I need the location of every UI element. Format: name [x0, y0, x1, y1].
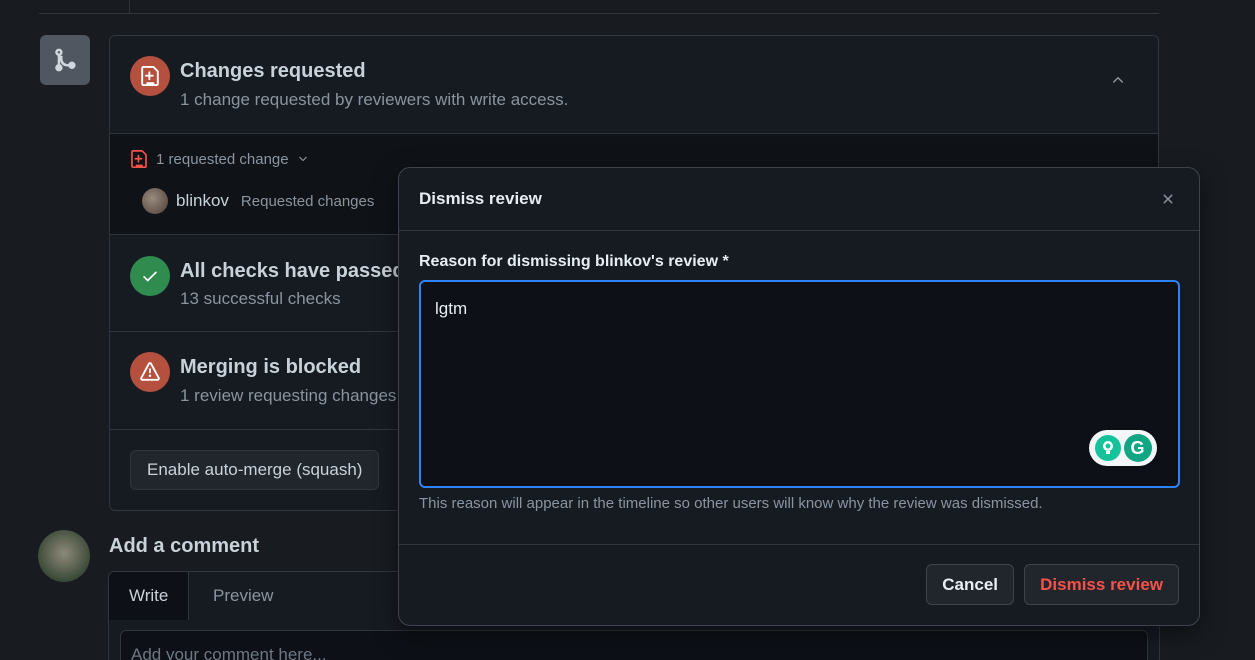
changes-requested-section[interactable]: Changes requested 1 change requested by …: [110, 36, 1158, 134]
checks-subtitle: 13 successful checks: [180, 289, 341, 308]
tab-write[interactable]: Write: [109, 572, 190, 620]
reason-hint: This reason will appear in the timeline …: [419, 495, 1043, 512]
file-diff-icon: [131, 150, 147, 168]
tab-preview[interactable]: Preview: [193, 572, 293, 620]
review-state: Requested changes: [240, 192, 375, 210]
dialog-footer: Cancel Dismiss review: [399, 544, 1199, 626]
changes-title: Changes requested: [180, 60, 366, 82]
chevron-up-icon: [1113, 77, 1123, 83]
dialog-header: Dismiss review: [399, 168, 1199, 231]
blocked-subtitle: 1 review requesting changes: [180, 386, 397, 405]
file-diff-icon: [141, 66, 159, 86]
collapse-toggle[interactable]: [1110, 72, 1126, 93]
avatar[interactable]: [142, 188, 168, 214]
grammarly-icon: G: [1123, 434, 1152, 462]
checks-title: All checks have passed: [180, 260, 405, 282]
check-icon: [143, 271, 157, 282]
alert-icon: [140, 362, 160, 381]
lightbulb-icon: [1094, 435, 1121, 461]
dismiss-review-button[interactable]: Dismiss review: [1024, 564, 1179, 605]
cancel-button[interactable]: Cancel: [926, 564, 1014, 605]
comment-input[interactable]: Add your comment here...: [120, 630, 1148, 660]
checks-status-circle: [130, 256, 170, 296]
enable-auto-merge-button[interactable]: Enable auto-merge (squash): [130, 450, 380, 490]
add-comment-heading: Add a comment: [109, 535, 260, 557]
reason-label: Reason for dismissing blinkov's review *: [419, 253, 729, 270]
requested-change-toggle[interactable]: 1 requested change: [130, 150, 309, 168]
reason-textarea[interactable]: lgtm: [419, 280, 1180, 488]
close-icon: [1163, 194, 1173, 204]
reviewer-row: blinkov Requested changes: [142, 188, 374, 214]
changes-subtitle: 1 change requested by reviewers with wri…: [180, 90, 569, 109]
grammarly-widget[interactable]: G: [1089, 430, 1157, 466]
close-button[interactable]: [1157, 188, 1179, 210]
blocked-title: Merging is blocked: [180, 356, 362, 378]
changes-status-circle: [130, 56, 170, 96]
chevron-down-icon: [298, 156, 307, 162]
avatar[interactable]: [38, 530, 90, 582]
dismiss-review-dialog: Dismiss review Reason for dismissing bli…: [398, 167, 1200, 626]
merge-icon: [55, 48, 76, 72]
divider: [39, 13, 1159, 14]
merge-status-icon: [40, 35, 90, 85]
blocked-status-circle: [130, 352, 170, 392]
requested-change-label: 1 requested change: [156, 150, 289, 168]
dialog-title: Dismiss review: [419, 189, 542, 208]
reviewer-name[interactable]: blinkov: [176, 191, 229, 211]
timeline-line: [129, 0, 130, 13]
